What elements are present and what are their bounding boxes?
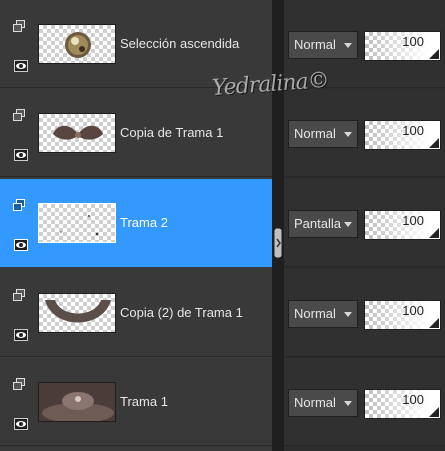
layer-row[interactable]: Copia (2) de Trama 1 Normal 100 [0, 269, 445, 357]
opacity-slider[interactable]: 100 [364, 389, 441, 419]
layer-name: Copia (2) de Trama 1 [120, 305, 243, 320]
eye-icon[interactable] [14, 148, 28, 161]
eye-icon[interactable] [14, 328, 28, 341]
blend-mode-dropdown[interactable]: Normal [288, 389, 358, 417]
opacity-slider[interactable]: 100 [364, 210, 441, 240]
eye-icon[interactable] [14, 417, 28, 430]
layer-row[interactable]: Trama 1 Normal 100 [0, 358, 445, 446]
blend-mode-dropdown[interactable]: Normal [288, 300, 358, 328]
opacity-slider[interactable]: 100 [364, 300, 441, 330]
blend-mode-dropdown[interactable]: Normal [288, 31, 358, 59]
raster-layer-icon [12, 19, 26, 33]
layer-thumbnail[interactable] [38, 203, 116, 243]
raster-layer-icon [12, 288, 26, 302]
layer-thumbnail[interactable] [38, 113, 116, 153]
chevron-down-icon [344, 312, 352, 317]
layers-panel: Selección ascendida Normal 100 Copia de … [0, 0, 445, 451]
chevron-down-icon [344, 401, 352, 406]
layer-name: Copia de Trama 1 [120, 125, 224, 140]
eye-icon[interactable] [14, 59, 28, 72]
layer-thumbnail[interactable] [38, 24, 116, 64]
opacity-slider[interactable]: 100 [364, 31, 441, 61]
layer-name: Trama 1 [120, 394, 168, 409]
chevron-down-icon [344, 43, 352, 48]
layer-thumbnail[interactable] [38, 293, 116, 333]
layer-thumbnail[interactable] [38, 382, 116, 422]
layer-name: Trama 2 [120, 215, 168, 230]
layer-row[interactable]: Copia de Trama 1 Normal 100 [0, 89, 445, 177]
panel-collapse-handle[interactable] [272, 226, 284, 260]
blend-mode-dropdown[interactable]: Normal [288, 120, 358, 148]
layer-name: Selección ascendida [120, 36, 240, 51]
raster-layer-icon [12, 377, 26, 391]
eye-icon[interactable] [14, 238, 28, 251]
blend-mode-dropdown[interactable]: Pantalla [288, 210, 358, 238]
chevron-down-icon [344, 222, 352, 227]
layer-row[interactable]: Trama 2 Pantalla 100 [0, 179, 445, 267]
opacity-slider[interactable]: 100 [364, 120, 441, 150]
raster-layer-icon [12, 108, 26, 122]
chevron-down-icon [344, 132, 352, 137]
raster-layer-icon [12, 198, 26, 212]
